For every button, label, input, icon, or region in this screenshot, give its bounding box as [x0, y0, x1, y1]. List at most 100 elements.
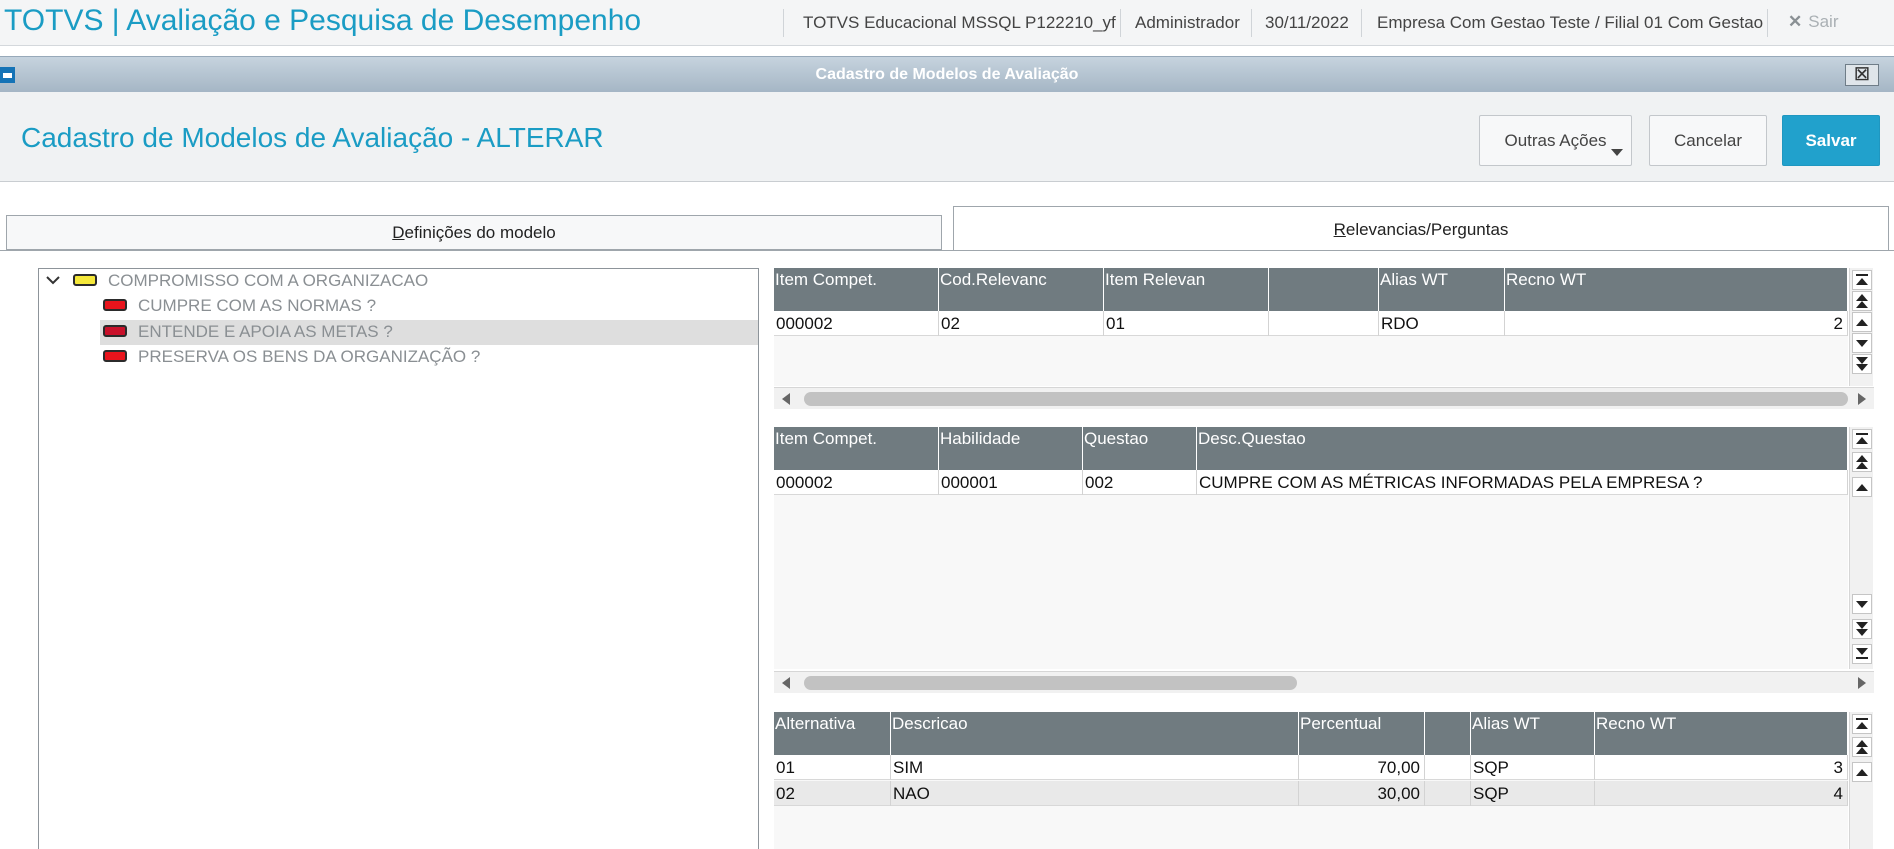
- dialog-close-button[interactable]: ⊠: [1845, 64, 1879, 86]
- page-title: Cadastro de Modelos de Avaliação - ALTER…: [21, 122, 604, 153]
- other-actions-button[interactable]: Outras Ações: [1479, 115, 1632, 166]
- table-cell[interactable]: 01: [774, 755, 891, 780]
- exit-button[interactable]: ✕ Sair: [1788, 12, 1838, 32]
- table-cell[interactable]: 3: [1595, 755, 1848, 780]
- previous-record-button[interactable]: [1852, 762, 1872, 782]
- table-cell[interactable]: 000001: [939, 470, 1083, 495]
- close-icon: ✕: [1788, 12, 1803, 31]
- column-header[interactable]: Recno WT: [1595, 712, 1848, 755]
- tree-node-label: PRESERVA OS BENS DA ORGANIZAÇÃO ?: [138, 347, 481, 366]
- date-label[interactable]: 30/11/2022: [1265, 13, 1349, 33]
- table-cell[interactable]: 2: [1505, 311, 1848, 336]
- column-header[interactable]: Descricao: [891, 712, 1299, 755]
- table-cell[interactable]: 000002: [774, 470, 939, 495]
- table-cell[interactable]: 70,00: [1299, 755, 1425, 780]
- record-navigator: [1849, 712, 1873, 849]
- table-row[interactable]: 01 SIM 70,00 SQP 3: [774, 755, 1848, 780]
- table-cell[interactable]: SIM: [891, 755, 1299, 780]
- tree-node-item[interactable]: PRESERVA OS BENS DA ORGANIZAÇÃO ?: [39, 345, 758, 370]
- table-cell[interactable]: 30,00: [1299, 781, 1425, 806]
- record-navigator: [1849, 268, 1873, 386]
- column-header[interactable]: Habilidade: [939, 427, 1083, 470]
- environment-label: TOTVS Educacional MSSQL P122210_yf: [803, 13, 1116, 32]
- table-cell[interactable]: 002: [1083, 470, 1197, 495]
- column-header[interactable]: Item Compet.: [774, 268, 939, 311]
- column-header[interactable]: Questao: [1083, 427, 1197, 470]
- column-header[interactable]: [1425, 712, 1471, 755]
- tree-node-root[interactable]: COMPROMISSO COM A ORGANIZACAO: [39, 269, 758, 294]
- table-cell[interactable]: CUMPRE COM AS MÉTRICAS INFORMADAS PELA E…: [1197, 470, 1848, 495]
- table-cell[interactable]: 02: [774, 781, 891, 806]
- page-up-button[interactable]: [1852, 291, 1872, 311]
- dialog-title-bar: Cadastro de Modelos de Avaliação ⊠: [0, 56, 1894, 92]
- column-header[interactable]: Alternativa: [774, 712, 891, 755]
- table-cell[interactable]: [1425, 781, 1471, 806]
- horizontal-scrollbar[interactable]: [774, 387, 1874, 409]
- last-record-button[interactable]: [1852, 644, 1872, 664]
- tab-definicoes[interactable]: Definições do modelo: [6, 215, 942, 250]
- next-record-button[interactable]: [1852, 594, 1872, 614]
- app-title: TOTVS | Avaliação e Pesquisa de Desempen…: [4, 4, 642, 37]
- table-cell[interactable]: SQP: [1471, 781, 1595, 806]
- tab-relevancias[interactable]: Relevancias/Perguntas: [953, 206, 1889, 250]
- page-up-button[interactable]: [1852, 452, 1872, 472]
- scroll-left-icon[interactable]: [782, 393, 790, 405]
- tab-definicoes-label: efinições do modelo: [404, 223, 556, 242]
- page-down-button[interactable]: [1852, 619, 1872, 639]
- table-row[interactable]: 000002 000001 002 CUMPRE COM AS MÉTRICAS…: [774, 470, 1848, 495]
- column-header[interactable]: [1269, 268, 1379, 311]
- scroll-right-icon[interactable]: [1858, 393, 1866, 405]
- cancel-button[interactable]: Cancelar: [1649, 115, 1767, 166]
- first-record-button[interactable]: [1852, 270, 1872, 290]
- column-header[interactable]: Item Compet.: [774, 427, 939, 470]
- chevron-down-icon[interactable]: [45, 272, 61, 288]
- save-button[interactable]: Salvar: [1782, 115, 1880, 166]
- table-cell[interactable]: SQP: [1471, 755, 1595, 780]
- table-cell[interactable]: 01: [1104, 311, 1269, 336]
- alternativas-grid[interactable]: Alternativa Descricao Percentual Alias W…: [774, 712, 1848, 849]
- column-header[interactable]: Cod.Relevanc: [939, 268, 1104, 311]
- column-header[interactable]: Item Relevan: [1104, 268, 1269, 311]
- divider: [783, 9, 784, 37]
- table-cell[interactable]: [1269, 311, 1379, 336]
- next-record-button[interactable]: [1852, 333, 1872, 353]
- scroll-left-icon[interactable]: [782, 677, 790, 689]
- column-header[interactable]: Desc.Questao: [1197, 427, 1848, 470]
- tree-node-item[interactable]: CUMPRE COM AS NORMAS ?: [39, 294, 758, 319]
- scroll-thumb[interactable]: [804, 392, 1848, 406]
- relevancias-grid[interactable]: Item Compet. Cod.Relevanc Item Relevan A…: [774, 268, 1848, 386]
- page-up-button[interactable]: [1852, 737, 1872, 757]
- questoes-grid[interactable]: Item Compet. Habilidade Questao Desc.Que…: [774, 427, 1848, 669]
- previous-record-button[interactable]: [1852, 312, 1872, 332]
- competency-tree[interactable]: COMPROMISSO COM A ORGANIZACAO CUMPRE COM…: [38, 268, 759, 849]
- first-record-button[interactable]: [1852, 714, 1872, 734]
- column-header[interactable]: Percentual: [1299, 712, 1425, 755]
- table-cell[interactable]: RDO: [1379, 311, 1505, 336]
- scroll-thumb[interactable]: [804, 676, 1297, 690]
- column-header[interactable]: Alias WT: [1379, 268, 1505, 311]
- tab-divider: [0, 250, 1894, 251]
- status-red-icon: [103, 299, 127, 311]
- page-down-button[interactable]: [1852, 354, 1872, 374]
- company-label[interactable]: Empresa Com Gestao Teste / Filial 01 Com…: [1377, 13, 1763, 33]
- column-header[interactable]: Alias WT: [1471, 712, 1595, 755]
- table-cell[interactable]: 4: [1595, 781, 1848, 806]
- table-cell[interactable]: 000002: [774, 311, 939, 336]
- tree-node-label: COMPROMISSO COM A ORGANIZACAO: [108, 271, 429, 290]
- table-cell[interactable]: [1425, 755, 1471, 780]
- first-record-button[interactable]: [1852, 429, 1872, 449]
- table-row[interactable]: 02 NAO 30,00 SQP 4: [774, 781, 1848, 806]
- previous-record-button[interactable]: [1852, 477, 1872, 497]
- table-cell[interactable]: 02: [939, 311, 1104, 336]
- grid-header: Alternativa Descricao Percentual Alias W…: [774, 712, 1848, 755]
- column-header[interactable]: Recno WT: [1505, 268, 1848, 311]
- tree-node-item-selected[interactable]: ENTENDE E APOIA AS METAS ?: [100, 320, 758, 345]
- table-cell[interactable]: NAO: [891, 781, 1299, 806]
- horizontal-scrollbar[interactable]: [774, 671, 1874, 693]
- status-red-icon: [103, 350, 127, 362]
- table-row[interactable]: 000002 02 01 RDO 2: [774, 311, 1848, 336]
- tree-node-label: ENTENDE E APOIA AS METAS ?: [138, 322, 393, 341]
- top-bar: TOTVS | Avaliação e Pesquisa de Desempen…: [0, 0, 1894, 46]
- scroll-right-icon[interactable]: [1858, 677, 1866, 689]
- user-label[interactable]: Administrador: [1135, 13, 1240, 33]
